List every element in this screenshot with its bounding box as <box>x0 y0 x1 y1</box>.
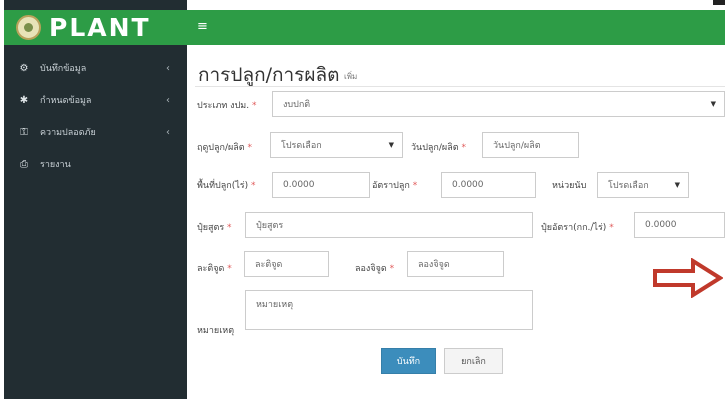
plant-type-label: ประเภท งปม. * <box>197 101 257 111</box>
hamburger-icon[interactable]: ≡ <box>197 19 208 34</box>
lon-input[interactable]: ลองจิจูด <box>407 251 504 277</box>
sidebar-item-label: รายงาน <box>40 160 71 170</box>
sidebar-item-report[interactable]: ⎙ รายงาน <box>4 149 187 179</box>
sidebar-item-label: บันทึกข้อมูล <box>40 64 87 74</box>
top-navbar: ≡ <box>187 10 725 45</box>
plant-date-label: วันปลูก/ผลิต * <box>411 143 466 153</box>
chevron-left-icon: ‹ <box>166 126 170 138</box>
chevron-left-icon: ‹ <box>166 62 170 74</box>
sidebar-item-security[interactable]: ⚿ ความปลอดภัย ‹ <box>4 117 187 147</box>
sidebar-item-record[interactable]: ⚙ บันทึกข้อมูล ‹ <box>4 53 187 83</box>
brand-name: PLANT <box>49 13 151 42</box>
seal-icon <box>16 15 41 40</box>
unit-select[interactable]: โปรดเลือก ▼ <box>597 172 689 198</box>
fertilizer-label: ปุ๋ยสูตร * <box>197 223 232 233</box>
printer-icon: ⎙ <box>20 158 28 170</box>
fert-rate-input[interactable]: 0.0000 <box>634 212 725 238</box>
caret-down-icon: ▼ <box>674 181 680 189</box>
fert-rate-label: ปุ๋ยอัตรา(กก./ไร่) * <box>541 223 614 233</box>
area-input[interactable]: 0.0000 <box>272 172 370 198</box>
rate-input[interactable]: 0.0000 <box>441 172 536 198</box>
cog-icon: ✱ <box>19 94 29 106</box>
corner-block <box>713 0 725 5</box>
logo[interactable]: PLANT <box>4 10 187 45</box>
plant-season-label: ฤดูปลูก/ผลิต * <box>197 143 253 153</box>
sidebar-item-settings[interactable]: ✱ กำหนดข้อมูล ‹ <box>4 85 187 115</box>
caret-down-icon: ▼ <box>710 100 716 108</box>
cancel-button[interactable]: ยกเลิก <box>444 348 503 374</box>
caret-down-icon: ▼ <box>388 141 394 149</box>
lat-input[interactable]: ละติจูด <box>244 251 329 277</box>
fertilizer-input[interactable]: ปุ๋ยสูตร <box>245 212 533 238</box>
right-arrow-icon <box>653 258 723 298</box>
sidebar-item-label: ความปลอดภัย <box>40 128 96 138</box>
area-label: พื้นที่ปลูก(ไร่) * <box>197 181 256 191</box>
lon-label: ลองจิจูด * <box>355 264 395 274</box>
rate-label: อัตราปลูก * <box>372 181 418 191</box>
chevron-left-icon: ‹ <box>166 94 170 106</box>
save-button[interactable]: บันทึก <box>381 348 436 374</box>
page-subtitle: เพิ่ม <box>344 72 358 81</box>
unit-label: หน่วยนับ <box>552 181 587 191</box>
plant-date-input[interactable]: วันปลูก/ผลิต <box>482 132 579 158</box>
gear-icon: ⚙ <box>19 62 29 74</box>
plant-season-select[interactable]: โปรดเลือก ▼ <box>270 132 403 158</box>
divider <box>195 86 725 87</box>
note-textarea[interactable]: หมายเหตุ <box>245 290 533 330</box>
note-label: หมายเหตุ <box>197 326 235 336</box>
lat-label: ละติจูด * <box>197 264 232 274</box>
sidebar-item-label: กำหนดข้อมูล <box>40 96 92 106</box>
key-icon: ⚿ <box>20 126 28 138</box>
plant-type-select[interactable]: งบปกติ ▼ <box>272 91 725 117</box>
